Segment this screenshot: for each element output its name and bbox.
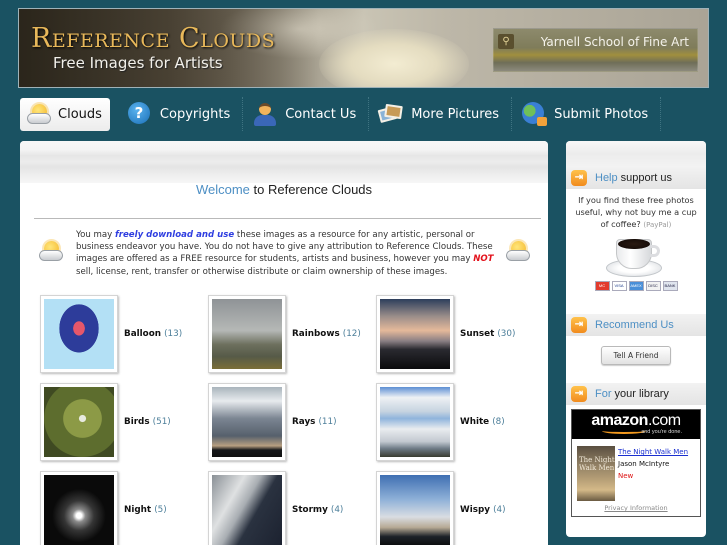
card-icon: MC (594, 281, 610, 291)
content-header-bar (20, 141, 548, 183)
nav-label: Submit Photos (554, 106, 649, 122)
sun-cloud-icon (26, 102, 52, 126)
category-item-stormy[interactable]: Stormy (4) (208, 471, 374, 545)
amazon-smile-icon (602, 428, 646, 434)
privacy-link[interactable]: Privacy Information (572, 504, 700, 512)
banner-cloud (319, 29, 469, 87)
book-title-link[interactable]: The Night Walk Men (618, 448, 688, 456)
divider (34, 218, 541, 219)
payment-cards: MC VISA AMEX DISC BANK (566, 281, 706, 291)
category-item-balloon[interactable]: Balloon (13) (40, 295, 206, 375)
card-icon: DISC (645, 281, 661, 291)
sponsor-name[interactable]: Yarnell School of Fine Art (541, 35, 689, 49)
sponsor-banner[interactable]: ⚲ Yarnell School of Fine Art (493, 28, 698, 72)
nav-item-contact-us[interactable]: Contact Us (243, 97, 370, 131)
nav-label: Clouds (58, 106, 102, 122)
card-icon: AMEX (628, 281, 644, 291)
intro-text: You may freely download and use these im… (76, 230, 494, 277)
nav-label: Contact Us (285, 106, 357, 122)
question-icon: ? (127, 102, 150, 124)
category-item-rainbows[interactable]: Rainbows (12) (208, 295, 374, 375)
nav-label: Copyrights (159, 106, 231, 122)
category-thumbnail[interactable] (376, 471, 454, 545)
sidebar-section-heading: ⇥ For your library (566, 383, 706, 405)
category-thumbnail[interactable] (208, 383, 286, 461)
nav-label: More Pictures (411, 106, 500, 122)
paypal-note: (PayPal) (643, 221, 672, 229)
sidebar-section-heading: ⇥ Help support us (566, 167, 706, 189)
category-label[interactable]: White (8) (460, 417, 505, 427)
globe-upload-icon (522, 102, 548, 126)
category-item-white[interactable]: White (8) (376, 383, 542, 463)
category-label[interactable]: Wispy (4) (460, 505, 506, 515)
photos-icon (377, 102, 405, 124)
category-item-rays[interactable]: Rays (11) (208, 383, 374, 463)
category-thumbnail[interactable] (376, 383, 454, 461)
category-thumbnail[interactable] (40, 383, 118, 461)
support-text: If you find these free photos useful, wh… (575, 195, 697, 229)
arrow-right-icon: ⇥ (571, 386, 587, 402)
header-banner: Reference Clouds Free Images for Artists… (18, 8, 709, 88)
category-item-birds[interactable]: Birds (51) (40, 383, 206, 463)
welcome-highlight: Welcome (195, 182, 250, 197)
sun-cloud-icon (38, 239, 66, 263)
sidebar-header-bar (566, 141, 706, 167)
site-tagline: Free Images for Artists (53, 54, 223, 72)
person-icon (253, 102, 277, 126)
nav-item-submit-photos[interactable]: Submit Photos (512, 97, 662, 131)
nav-item-more-pictures[interactable]: More Pictures (369, 97, 513, 131)
card-icon: BANK (662, 281, 678, 291)
not-emphasis: NOT (473, 254, 494, 265)
book-status: New (618, 472, 634, 480)
amazon-widget: amazon.com and you're done. The Night Wa… (571, 409, 701, 517)
magnifier-icon[interactable]: ⚲ (498, 34, 514, 49)
category-item-night[interactable]: Night (5) (40, 471, 206, 545)
category-thumbnail[interactable] (208, 295, 286, 373)
category-label[interactable]: Rays (11) (292, 417, 337, 427)
category-thumbnail[interactable] (376, 295, 454, 373)
category-label[interactable]: Balloon (13) (124, 329, 182, 339)
arrow-right-icon: ⇥ (571, 170, 587, 186)
book-cover[interactable]: The Night Walk Men (577, 446, 615, 501)
tell-a-friend-button[interactable]: Tell A Friend (601, 346, 671, 365)
category-label[interactable]: Rainbows (12) (292, 329, 361, 339)
page-title: Welcome to Reference Clouds (20, 183, 548, 203)
main-nav: Clouds ? Copyrights Contact Us More Pict… (18, 96, 662, 132)
arrow-right-icon: ⇥ (571, 317, 587, 333)
sidebar-section-heading: ⇥ Recommend Us (566, 314, 706, 336)
freely-download-emphasis: freely download and use (115, 230, 235, 240)
amazon-logo[interactable]: amazon.com and you're done. (572, 410, 700, 439)
category-label[interactable]: Birds (51) (124, 417, 171, 427)
category-thumbnail[interactable] (40, 471, 118, 545)
sidebar: ⇥ Help support us If you find these free … (566, 141, 706, 537)
coffee-cup-icon[interactable] (606, 235, 666, 279)
welcome-rest: to Reference Clouds (249, 182, 373, 197)
sun-cloud-icon (505, 239, 533, 263)
category-item-sunset[interactable]: Sunset (30) (376, 295, 542, 375)
nav-item-clouds[interactable]: Clouds (20, 97, 110, 131)
category-label[interactable]: Night (5) (124, 505, 167, 515)
category-item-wispy[interactable]: Wispy (4) (376, 471, 542, 545)
category-thumbnail[interactable] (208, 471, 286, 545)
main-content: Welcome to Reference Clouds You may free… (20, 141, 548, 545)
card-icon: VISA (611, 281, 627, 291)
site-logo-title[interactable]: Reference Clouds (31, 23, 275, 54)
category-label[interactable]: Sunset (30) (460, 329, 515, 339)
category-label[interactable]: Stormy (4) (292, 505, 343, 515)
nav-item-copyrights[interactable]: ? Copyrights (118, 97, 244, 131)
category-thumbnail[interactable] (40, 295, 118, 373)
book-author: Jason McIntyre (618, 460, 670, 468)
